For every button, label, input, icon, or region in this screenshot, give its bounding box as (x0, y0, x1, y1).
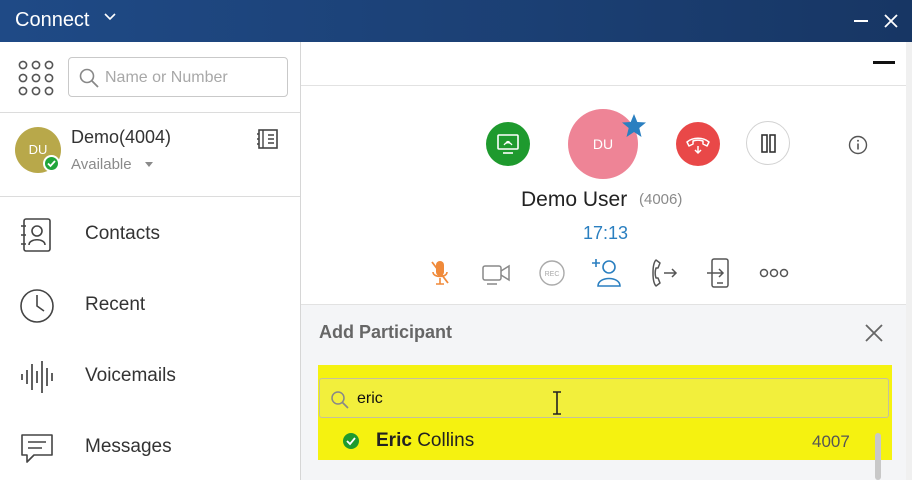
app-title[interactable]: Connect (15, 9, 90, 32)
transfer-icon[interactable] (647, 256, 681, 290)
name-or-number-search[interactable] (68, 57, 288, 97)
result-extension: 4007 (812, 432, 850, 451)
mute-icon[interactable] (423, 256, 457, 290)
left-sidebar: DU Demo(4004) Available Contacts Recent … (0, 42, 301, 480)
hangup-icon (686, 137, 710, 155)
caller-extension: (4006) (639, 191, 683, 208)
user-initials: DU (28, 142, 48, 157)
search-result-row[interactable]: Eric Collins 4007 (319, 423, 869, 459)
add-participant-panel: Add Participant Eric Collins 4007 (301, 305, 906, 480)
divider (0, 196, 300, 197)
sidebar-item-contacts[interactable]: Contacts (0, 199, 300, 269)
add-participant-icon[interactable] (591, 256, 625, 290)
contacts-icon (21, 218, 51, 252)
title-bar: Connect (0, 0, 912, 42)
add-participant-title: Add Participant (319, 322, 453, 342)
hangup-button[interactable] (676, 122, 720, 166)
search-input[interactable] (105, 66, 281, 90)
user-name: Demo(4004) (71, 127, 172, 147)
dialpad-icon[interactable] (17, 59, 55, 97)
results-scrollbar[interactable] (875, 433, 881, 480)
close-icon[interactable] (882, 12, 900, 30)
clock-icon (20, 289, 54, 323)
favorite-star-icon[interactable] (621, 113, 647, 139)
collapse-panel-handle[interactable] (873, 61, 895, 64)
window-scrollbar[interactable] (906, 42, 912, 480)
sidebar-item-label: Messages (85, 436, 172, 457)
search-icon (79, 68, 99, 88)
screen-share-icon (497, 134, 519, 154)
result-name-rest: Collins (411, 430, 475, 451)
call-duration: 17:13 (583, 223, 629, 243)
more-icon[interactable] (757, 256, 791, 290)
sidebar-item-recent[interactable]: Recent (0, 270, 300, 340)
sidebar-item-label: Recent (85, 294, 146, 315)
divider (0, 112, 300, 113)
search-icon (331, 391, 349, 409)
text-cursor-icon (553, 391, 561, 415)
caret-down-icon[interactable] (145, 162, 153, 167)
voicemail-icon (21, 361, 53, 393)
caller-initials: DU (592, 136, 614, 152)
result-name-match: Eric (376, 430, 412, 451)
sidebar-item-label: Voicemails (85, 365, 176, 386)
svg-text:REC: REC (545, 271, 560, 278)
caller-name: Demo User (521, 188, 628, 211)
minimize-icon[interactable] (854, 20, 868, 22)
divider (301, 85, 906, 86)
video-icon[interactable] (479, 256, 513, 290)
sidebar-item-label: Contacts (85, 223, 160, 244)
chevron-down-icon[interactable] (103, 10, 117, 24)
sidebar-item-messages[interactable]: Messages (0, 412, 300, 482)
pause-icon (761, 134, 776, 153)
result-name: Eric Collins (376, 430, 474, 452)
sidebar-item-voicemails[interactable]: Voicemails (0, 341, 300, 411)
screen-share-button[interactable] (486, 122, 530, 166)
message-icon (21, 434, 53, 463)
active-call-pane: DU Demo User (4006) 17:13 REC Add Partic… (301, 42, 906, 480)
participant-search-box[interactable] (319, 378, 889, 418)
presence-available-icon (343, 433, 359, 449)
presence-status-dropdown[interactable]: Available (71, 156, 132, 173)
info-icon[interactable] (848, 135, 868, 155)
record-icon[interactable]: REC (535, 256, 569, 290)
close-icon[interactable] (864, 323, 884, 343)
directory-book-icon[interactable] (257, 128, 279, 150)
hold-button[interactable] (746, 121, 790, 165)
park-call-icon[interactable] (703, 256, 737, 290)
presence-available-icon (43, 155, 60, 172)
